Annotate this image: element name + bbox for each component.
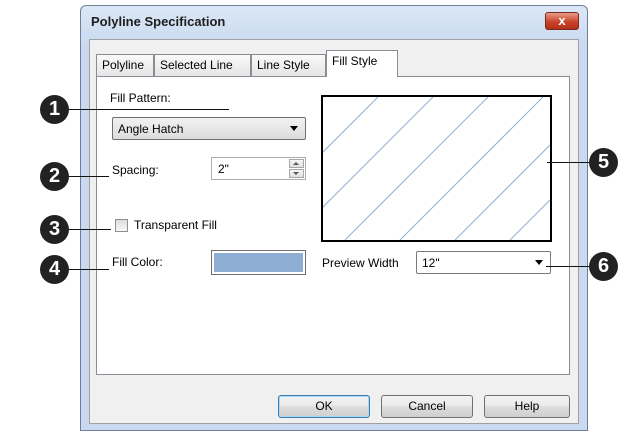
callout-4: 4 [40, 255, 69, 284]
title-bar[interactable]: Polyline Specification x [81, 6, 587, 36]
spacing-input[interactable]: 2" [211, 157, 306, 180]
dialog-title: Polyline Specification [91, 14, 226, 29]
hatch-line [234, 96, 379, 241]
preview-width-label: Preview Width [322, 256, 399, 270]
chevron-down-icon [535, 260, 543, 265]
chevron-down-icon [290, 126, 298, 131]
dialog-client-area: Polyline Selected Line Line Style Fill S… [89, 39, 621, 424]
ok-button[interactable]: OK [278, 395, 370, 418]
tab-selected-line[interactable]: Selected Line [154, 54, 251, 76]
close-icon: x [558, 13, 566, 28]
fill-pattern-value: Angle Hatch [118, 122, 184, 136]
fill-color-swatch [214, 253, 303, 272]
callout-1-leader [69, 109, 229, 110]
callout-5-leader [547, 162, 589, 163]
cancel-button[interactable]: Cancel [381, 395, 473, 418]
transparent-fill-label: Transparent Fill [134, 218, 217, 232]
tab-label: Fill Style [332, 54, 378, 68]
callout-2-leader [69, 176, 109, 177]
hatch-line [454, 96, 599, 241]
fill-pattern-dropdown[interactable]: Angle Hatch [112, 117, 306, 140]
help-label: Help [514, 399, 540, 413]
spacing-spinner [289, 159, 304, 178]
fill-preview [179, 95, 621, 242]
tab-label: Selected Line [160, 58, 233, 72]
callout-2: 2 [40, 162, 69, 191]
ok-label: OK [315, 399, 333, 413]
tab-line-style[interactable]: Line Style [251, 54, 326, 76]
close-button[interactable]: x [545, 12, 579, 30]
transparent-fill-checkbox[interactable] [115, 219, 128, 232]
hatch-preview-graphic [179, 96, 621, 241]
spin-up-icon[interactable] [289, 159, 304, 168]
callout-3: 3 [40, 215, 69, 244]
fill-style-panel: Fill Pattern: Angle Hatch Spacing: 2" Tr… [96, 76, 621, 375]
callout-6: 6 [589, 252, 618, 281]
callout-5: 5 [589, 148, 618, 177]
dialog-window: Polyline Specification x Polyline Select… [80, 5, 621, 431]
spacing-value: 2" [218, 162, 229, 176]
preview-width-dropdown[interactable]: 12" [416, 251, 551, 274]
callout-3-leader [69, 229, 111, 230]
callout-1: 1 [40, 95, 69, 124]
callout-6-leader [546, 266, 589, 267]
tab-fill-style[interactable]: Fill Style [326, 50, 398, 77]
tab-label: Line Style [257, 58, 310, 72]
tab-label: Polyline [102, 58, 145, 72]
preview-width-value: 12" [422, 256, 440, 270]
hatch-line [509, 128, 621, 241]
fill-color-label: Fill Color: [112, 255, 163, 269]
callout-4-leader [69, 269, 109, 270]
spacing-label: Spacing: [112, 163, 159, 177]
fill-color-button[interactable] [211, 250, 306, 275]
tab-polyline[interactable]: Polyline [96, 54, 154, 76]
cancel-label: Cancel [408, 399, 446, 413]
spin-down-icon[interactable] [289, 169, 304, 178]
help-button[interactable]: Help [484, 395, 570, 418]
hatch-line [399, 96, 544, 241]
fill-pattern-label: Fill Pattern: [110, 91, 171, 105]
hatch-line [344, 96, 489, 241]
